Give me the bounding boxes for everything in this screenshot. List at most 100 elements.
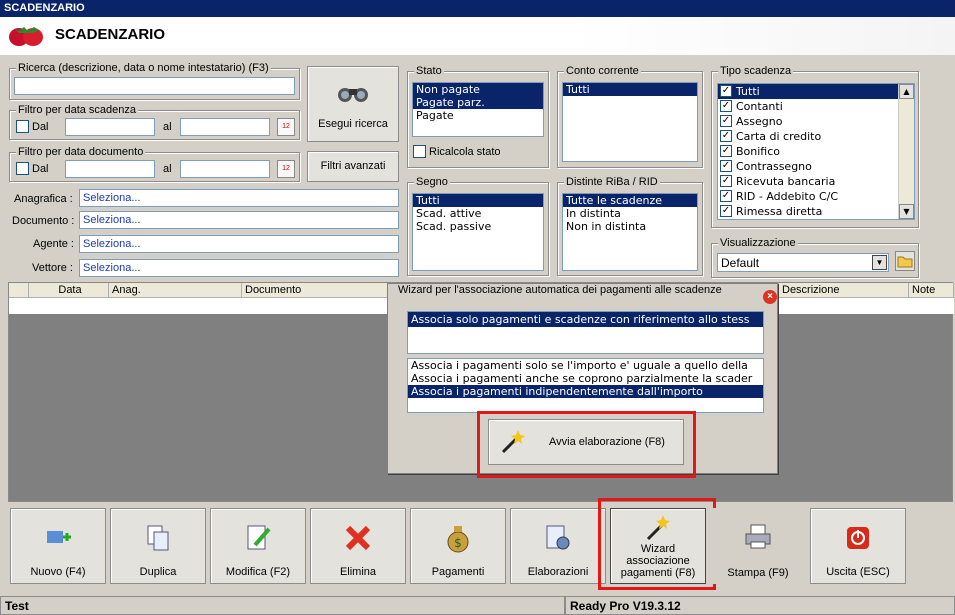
close-icon[interactable]: × [763, 290, 777, 304]
scroll-down-icon[interactable]: ▼ [899, 204, 914, 219]
tipo-scrollbar[interactable]: ▲ ▼ [898, 84, 914, 219]
checkbox-icon[interactable]: ✓ [720, 145, 732, 157]
tipo-item-label: Ricevuta bancaria [736, 175, 836, 188]
tipo-list-item[interactable]: ✓ Bonifico [718, 144, 898, 159]
wizard-list-1[interactable]: Associa solo pagamenti e scadenze con ri… [407, 311, 764, 354]
column-header[interactable]: Data [29, 283, 109, 298]
segno-list[interactable]: Tutti Scad. attive Scad. passive [412, 193, 544, 271]
list-item[interactable]: Tutti [413, 194, 543, 207]
uscita-label: Uscita (ESC) [826, 566, 890, 578]
column-header[interactable]: Anag. [109, 283, 242, 298]
tipo-list[interactable]: ✓ Tutti ✓ Contanti ✓ Assegno ✓ Carta di credito… [717, 83, 915, 220]
duplica-button[interactable]: Duplica [110, 508, 206, 584]
stampa-button[interactable]: Stampa (F9) [710, 508, 806, 584]
list-item[interactable]: Associa i pagamenti indipendentemente da… [408, 385, 763, 398]
checkbox-icon[interactable]: ✓ [720, 115, 732, 127]
folder-icon[interactable] [895, 251, 915, 271]
visualizzazione-group: Visualizzazione Default ▼ [711, 237, 919, 278]
elaborazioni-button[interactable]: Elaborazioni [510, 508, 606, 584]
scadenza-to-input[interactable] [180, 118, 270, 136]
tipo-item-label: Carta di credito [736, 130, 822, 143]
status-right: Ready Pro V19.3.12 [565, 596, 955, 615]
documento-dal-checkbox[interactable] [16, 162, 29, 175]
wizard-list-2[interactable]: Associa i pagamenti solo se l'importo e'… [407, 358, 764, 413]
list-item[interactable]: Non in distinta [563, 220, 697, 233]
agente-select[interactable]: Seleziona... [79, 235, 399, 253]
pagamenti-button[interactable]: $ Pagamenti [410, 508, 506, 584]
scadenza-al-label: al [163, 121, 172, 133]
tipo-item-label: Rimessa diretta [736, 205, 823, 218]
checkbox-icon[interactable]: ✓ [720, 160, 732, 172]
checkbox-icon[interactable]: ✓ [720, 100, 732, 112]
checkbox-icon[interactable]: ✓ [720, 175, 732, 187]
elimina-button[interactable]: Elimina [310, 508, 406, 584]
visualizzazione-select[interactable]: Default ▼ [717, 253, 889, 272]
scroll-up-icon[interactable]: ▲ [899, 84, 914, 99]
tipo-item-label: Tutti [736, 85, 760, 98]
column-header[interactable]: Note [909, 283, 954, 298]
edit-icon [247, 525, 271, 550]
uscita-button[interactable]: Uscita (ESC) [810, 508, 906, 584]
tipo-item-label: Contrassegno [736, 160, 812, 173]
list-item[interactable]: Non pagate [413, 83, 543, 96]
list-item[interactable]: Associa solo pagamenti e scadenze con ri… [408, 312, 763, 327]
list-item[interactable]: Tutte le scadenze [563, 194, 697, 207]
advanced-filters-button[interactable]: Filtri avanzati [307, 151, 399, 182]
tipo-list-item[interactable]: ✓ Contanti [718, 99, 898, 114]
stato-label: Stato [414, 65, 444, 77]
modifica-button[interactable]: Modifica (F2) [210, 508, 306, 584]
scadenza-from-input[interactable] [65, 118, 155, 136]
tipo-list-item[interactable]: ✓ Tutti [718, 84, 898, 99]
wizard-title: Wizard per l'associazione automatica dei… [398, 284, 722, 296]
list-item[interactable]: Scad. attive [413, 207, 543, 220]
stato-list[interactable]: Non pagate Pagate parz. Pagate [412, 82, 544, 137]
vettore-select[interactable]: Seleziona... [79, 259, 399, 277]
documento-select[interactable]: Seleziona... [79, 211, 399, 229]
conto-list[interactable]: Tutti [562, 82, 698, 162]
segno-label: Segno [414, 176, 450, 188]
list-item[interactable]: Tutti [563, 83, 697, 96]
list-item[interactable]: Associa i pagamenti anche se coprono par… [408, 372, 763, 385]
search-input[interactable] [14, 77, 295, 95]
nuovo-button[interactable]: Nuovo (F4) [10, 508, 106, 584]
tipo-list-item[interactable]: ✓ Rimessa diretta [718, 204, 898, 219]
highlight-frame [477, 411, 696, 478]
distinte-list[interactable]: Tutte le scadenze In distinta Non in dis… [562, 193, 698, 271]
checkbox-icon[interactable]: ✓ [720, 85, 732, 97]
list-item[interactable]: In distinta [563, 207, 697, 220]
checkbox-icon[interactable]: ✓ [720, 130, 732, 142]
duplica-label: Duplica [139, 566, 177, 578]
calendar-icon[interactable]: 12 [277, 118, 295, 136]
calendar-icon[interactable]: 12 [277, 160, 295, 178]
visualizzazione-label: Visualizzazione [718, 237, 798, 249]
distinte-label: Distinte RiBa / RID [564, 176, 660, 188]
list-item[interactable]: Pagate [413, 109, 543, 122]
tipo-list-item[interactable]: ✓ Carta di credito [718, 129, 898, 144]
search-group: Ricerca (descrizione, data o nome intest… [9, 62, 300, 100]
anagrafica-select[interactable]: Seleziona... [79, 189, 399, 207]
search-button[interactable]: Esegui ricerca [307, 66, 399, 142]
documento-from-input[interactable] [65, 160, 155, 178]
pagamenti-label: Pagamenti [431, 566, 485, 578]
list-item[interactable]: Pagate parz. [413, 96, 543, 109]
tipo-list-item[interactable]: ✓ Contrassegno [718, 159, 898, 174]
list-item[interactable]: Scad. passive [413, 220, 543, 233]
tipo-list-item[interactable]: ✓ RID - Addebito C/C [718, 189, 898, 204]
stampa-label: Stampa (F9) [727, 567, 789, 579]
checkbox-icon[interactable]: ✓ [720, 205, 732, 217]
distinte-group: Distinte RiBa / RID Tutte le scadenze In… [557, 176, 703, 276]
ricalcola-checkbox[interactable] [413, 145, 426, 158]
checkbox-icon[interactable]: ✓ [720, 190, 732, 202]
list-item[interactable]: Associa i pagamenti solo se l'importo e'… [408, 359, 763, 372]
chevron-down-icon[interactable]: ▼ [872, 255, 887, 270]
scadenza-dal-checkbox[interactable] [16, 120, 29, 133]
tipo-list-item[interactable]: ✓ Ricevuta bancaria [718, 174, 898, 189]
tipo-list-item[interactable]: ✓ Assegno [718, 114, 898, 129]
documento-to-input[interactable] [180, 160, 270, 178]
column-header[interactable]: Descrizione [779, 283, 909, 298]
tipo-item-label: Assegno [736, 115, 783, 128]
money-bag-icon: $ [447, 526, 469, 553]
printer-icon [745, 524, 771, 549]
filter-scadenza-label: Filtro per data scadenza [16, 104, 139, 116]
tipo-item-label: Contanti [736, 100, 783, 113]
